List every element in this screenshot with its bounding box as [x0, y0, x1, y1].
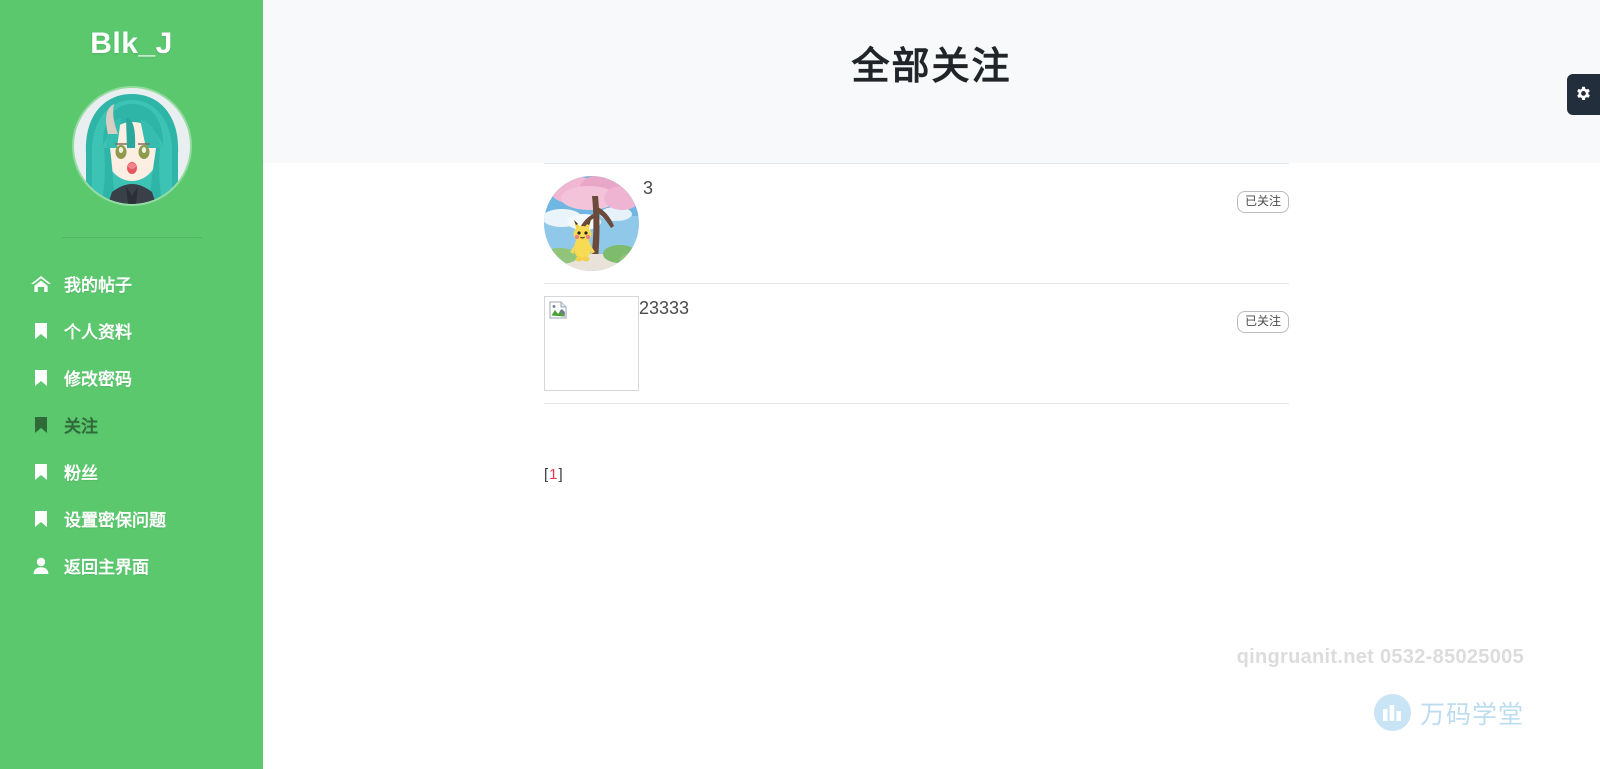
user-avatar-anime-icon — [73, 88, 190, 204]
content-area: 3 已关注 23333 已关注 [1] — [263, 163, 1600, 483]
sidebar-item-label: 个人资料 — [64, 323, 132, 342]
pagination-close-bracket: ] — [558, 466, 563, 483]
sidebar-nav: 我的帖子 个人资料 修改密码 关注 粉丝 设置密保问题 返回主界面 — [0, 260, 263, 589]
list-item-action: 已关注 — [1236, 176, 1289, 214]
sidebar-item-label: 粉丝 — [64, 464, 98, 483]
main-content: 全部关注 3 已关注 23333 已关注 [1] qingruanit.net … — [263, 0, 1600, 769]
sidebar-item-profile[interactable]: 个人资料 — [0, 307, 263, 354]
sidebar-divider — [61, 237, 202, 238]
follow-list: 3 已关注 23333 已关注 — [544, 163, 1289, 404]
watermark-logo: 万码学堂 — [1373, 694, 1524, 731]
gear-icon — [1575, 86, 1592, 103]
sidebar-item-label: 返回主界面 — [64, 558, 149, 577]
sidebar-item-change-password[interactable]: 修改密码 — [0, 354, 263, 401]
bookmark-icon — [30, 369, 52, 387]
sidebar-item-security-question[interactable]: 设置密保问题 — [0, 495, 263, 542]
watermark-contact: qingruanit.net 0532-85025005 — [1236, 646, 1524, 668]
sidebar-item-my-posts[interactable]: 我的帖子 — [0, 260, 263, 307]
avatar[interactable] — [73, 88, 190, 204]
watermark-logo-text: 万码学堂 — [1419, 700, 1524, 729]
home-icon — [30, 275, 52, 293]
page-header: 全部关注 — [263, 0, 1600, 163]
sidebar-item-label: 设置密保问题 — [64, 511, 166, 530]
settings-gear-button[interactable] — [1567, 74, 1600, 115]
page-root: Blk_J 我的帖子 个人资料 修改密码 关注 粉丝 设置密保问题 返回主界面 … — [0, 0, 1600, 769]
user-icon — [30, 557, 52, 575]
pikachu-sakura-avatar-icon — [544, 176, 639, 271]
sidebar-item-label: 关注 — [64, 417, 98, 436]
bookmark-icon — [30, 510, 52, 528]
bookmark-icon — [30, 416, 52, 434]
list-item-action: 已关注 — [1236, 296, 1289, 334]
sidebar-brand: Blk_J — [90, 27, 173, 60]
sidebar-item-fans[interactable]: 粉丝 — [0, 448, 263, 495]
list-item[interactable]: 3 已关注 — [544, 163, 1289, 284]
sidebar: Blk_J 我的帖子 个人资料 修改密码 关注 粉丝 设置密保问题 返回主界面 — [0, 0, 263, 769]
wanma-logo-icon — [1373, 694, 1411, 731]
list-item-username: 3 — [643, 178, 654, 198]
following-button[interactable]: 已关注 — [1236, 311, 1289, 334]
sidebar-item-label: 我的帖子 — [64, 276, 132, 295]
list-item[interactable]: 23333 已关注 — [544, 284, 1289, 404]
avatar-wrapper — [0, 88, 263, 204]
sidebar-item-label: 修改密码 — [64, 370, 132, 389]
list-item-username: 23333 — [639, 298, 690, 318]
bookmark-icon — [30, 463, 52, 481]
avatar[interactable] — [544, 176, 639, 271]
pagination: [1] — [544, 466, 1600, 483]
sidebar-item-back-home[interactable]: 返回主界面 — [0, 542, 263, 589]
following-button[interactable]: 已关注 — [1236, 191, 1289, 214]
broken-image-icon — [548, 300, 568, 320]
pagination-page-1[interactable]: 1 — [548, 466, 558, 483]
page-title: 全部关注 — [851, 46, 1012, 88]
sidebar-item-following[interactable]: 关注 — [0, 401, 263, 448]
bookmark-icon — [30, 322, 52, 340]
avatar[interactable] — [544, 296, 639, 391]
